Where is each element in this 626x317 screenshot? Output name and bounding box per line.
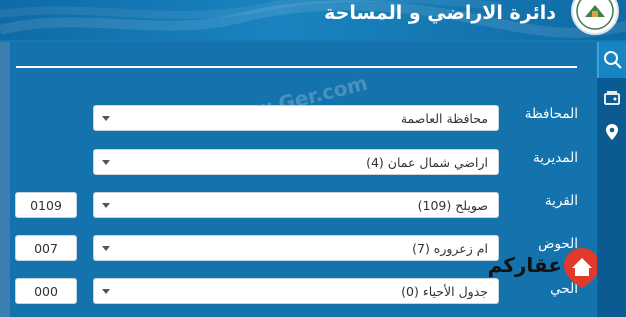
village-label: القرية [544, 193, 578, 209]
village-select[interactable]: صويلح (109) [93, 192, 499, 218]
village-value: صويلح (109) [417, 198, 488, 213]
basin-code-input[interactable] [15, 235, 77, 261]
governorate-label: المحافظة [524, 106, 578, 122]
panel-divider [16, 66, 577, 68]
layers-tool-button[interactable] [597, 80, 626, 116]
chevron-down-icon [102, 116, 110, 121]
directorate-label: المديرية [533, 150, 578, 166]
neighborhood-code-input[interactable] [15, 278, 77, 304]
village-code-input[interactable] [15, 192, 77, 218]
department-logo [571, 0, 619, 35]
chevron-down-icon [102, 160, 110, 165]
search-tool-button[interactable] [597, 42, 626, 78]
neighborhood-select[interactable]: جدول الأحياء (0) [93, 278, 499, 304]
location-tool-button[interactable] [597, 114, 626, 150]
directorate-value: اراضي شمال عمان (4) [366, 155, 488, 170]
map-pin-icon [605, 124, 618, 140]
layers-icon [603, 91, 620, 105]
chevron-down-icon [102, 289, 110, 294]
search-icon [603, 51, 622, 69]
basin-select[interactable]: ام زعروره (7) [93, 235, 499, 261]
brand-watermark: عقاركم [466, 244, 606, 290]
app-header: دائرة الاراضي و المساحة [0, 0, 626, 40]
directorate-select[interactable]: اراضي شمال عمان (4) [93, 149, 499, 175]
tool-rail [597, 42, 626, 317]
brand-house-icon [564, 248, 600, 288]
brand-name: عقاركم [487, 253, 562, 277]
logo-emblem-icon [576, 0, 614, 30]
chevron-down-icon [102, 203, 110, 208]
governorate-select[interactable]: محافظة العاصمة [93, 105, 499, 131]
map-edge [0, 42, 10, 317]
page-title: دائرة الاراضي و المساحة [324, 2, 556, 24]
governorate-value: محافظة العاصمة [400, 111, 488, 126]
chevron-down-icon [102, 246, 110, 251]
